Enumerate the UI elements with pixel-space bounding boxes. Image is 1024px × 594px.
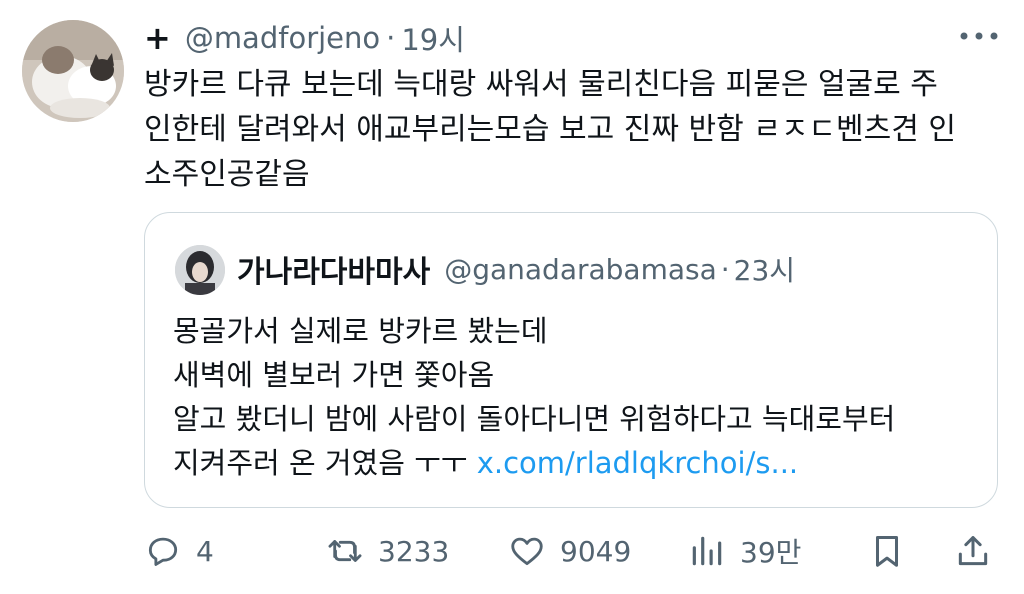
quoted-text-line: 몽골가서 실제로 방카르 봤는데 xyxy=(173,314,548,348)
author-handle[interactable]: @madforjeno xyxy=(185,21,380,55)
tweet-text: 방카르 다큐 보는데 늑대랑 싸워서 물리친다음 피묻은 얼굴로 주 인한테 달… xyxy=(144,62,994,197)
quoted-tweet-link[interactable]: x.com/rladlqkrchoi/s... xyxy=(477,446,798,480)
more-dots-icon xyxy=(960,32,998,40)
retweet-button[interactable]: 3233 xyxy=(326,526,449,576)
quoted-tweet-card[interactable]: 가나라다바마사 @ganadarabamasa · 23시 몽골가서 실제로 방… xyxy=(144,212,998,508)
quoted-tweet-timestamp: 23시 xyxy=(733,254,796,287)
more-options-button[interactable] xyxy=(956,22,1002,50)
like-count: 9049 xyxy=(560,534,632,568)
reply-count: 4 xyxy=(196,534,214,568)
quoted-author-handle: @ganadarabamasa xyxy=(444,252,717,286)
reply-bubble-icon xyxy=(148,537,178,566)
tweet-timestamp[interactable]: 19시 xyxy=(401,17,465,59)
like-button[interactable]: 9049 xyxy=(508,526,631,576)
reply-button[interactable]: 4 xyxy=(144,526,214,576)
author-avatar[interactable] xyxy=(22,20,124,122)
tweet-text-line: 인한테 달려와서 애교부리는모습 보고 진짜 반함 ㄹㅈㄷ벤츠견 인 xyxy=(144,112,956,147)
tweet-action-bar: 4 3233 9049 39만 xyxy=(144,526,1004,576)
quoted-text-line: 알고 봤더니 밤에 사람이 돌아다니면 위험하다고 늑대로부터 xyxy=(173,402,896,436)
quoted-tweet-header: 가나라다바마사 @ganadarabamasa · 23시 xyxy=(237,249,796,291)
share-button[interactable] xyxy=(954,526,992,576)
views-count: 39만 xyxy=(740,536,802,569)
author-display-name[interactable]: + xyxy=(144,19,171,57)
quoted-text-line: 새벽에 별보러 가면 쫓아옴 xyxy=(173,358,495,392)
views-bar-chart-icon xyxy=(692,536,722,566)
views-button[interactable]: 39만 xyxy=(688,526,801,576)
tweet-text-line: 소주인공같음 xyxy=(144,157,310,192)
retweet-count: 3233 xyxy=(378,534,450,568)
tweet-text-line: 방카르 다큐 보는데 늑대랑 싸워서 물리친다음 피묻은 얼굴로 주 xyxy=(144,67,938,102)
heart-icon xyxy=(511,537,543,566)
bookmark-icon xyxy=(875,536,899,567)
tweet-header: + @madforjeno · 19시 xyxy=(144,17,465,59)
quoted-text-last: 지켜주러 온 거였음 ㅜㅜ xyxy=(173,446,477,480)
quoted-text-line: 지켜주러 온 거였음 ㅜㅜ x.com/rladlqkrchoi/s... xyxy=(173,441,973,485)
quoted-author-avatar xyxy=(175,245,225,295)
bookmark-button[interactable] xyxy=(868,526,906,576)
quoted-author-display-name: 가나라다바마사 xyxy=(237,255,431,290)
retweet-icon xyxy=(328,540,362,562)
separator-dot: · xyxy=(386,21,396,55)
quoted-tweet-text: 몽골가서 실제로 방카르 봤는데 새벽에 별보러 가면 쫓아옴 알고 봤더니 밤… xyxy=(173,309,973,485)
share-upload-icon xyxy=(958,536,988,566)
separator-dot: · xyxy=(720,252,730,286)
